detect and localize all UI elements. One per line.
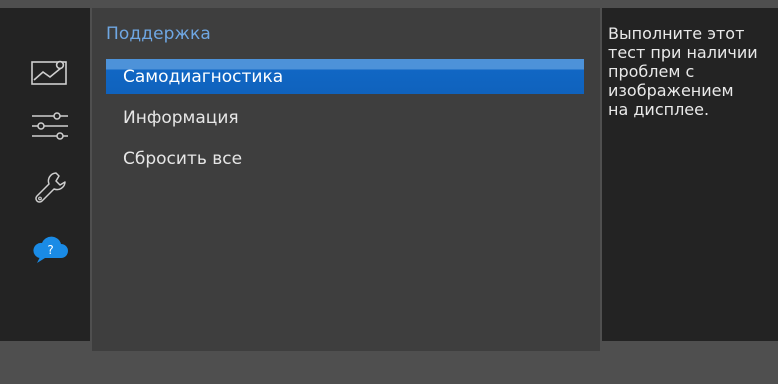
menu-item-reset-all[interactable]: Сбросить все bbox=[106, 141, 584, 176]
help-description: Выполните этот тест при наличии проблем … bbox=[608, 24, 758, 119]
category-sidebar: ? bbox=[0, 8, 90, 341]
menu-item-information[interactable]: Информация bbox=[106, 100, 584, 135]
help-panel: Выполните этот тест при наличии проблем … bbox=[602, 8, 778, 341]
sliders-icon bbox=[32, 112, 68, 140]
settings-category-button[interactable] bbox=[28, 107, 72, 147]
wrench-icon bbox=[35, 172, 66, 203]
menu-title: Поддержка bbox=[106, 24, 211, 44]
system-category-button[interactable] bbox=[28, 168, 72, 208]
monitor-osd: ? Поддержка Самодиагностика Информация С… bbox=[0, 0, 778, 384]
picture-category-button[interactable] bbox=[28, 52, 72, 92]
menu-item-label: Сбросить все bbox=[123, 148, 243, 169]
support-category-button[interactable]: ? bbox=[28, 228, 72, 268]
menu-item-self-diagnosis[interactable]: Самодиагностика bbox=[106, 59, 584, 94]
menu-item-label: Информация bbox=[123, 107, 239, 128]
svg-text:?: ? bbox=[47, 243, 53, 257]
support-cloud-icon: ? bbox=[33, 236, 68, 263]
menu-item-label: Самодиагностика bbox=[123, 66, 284, 87]
support-menu-panel: Поддержка Самодиагностика Информация Сбр… bbox=[92, 8, 600, 351]
picture-icon bbox=[31, 60, 67, 85]
